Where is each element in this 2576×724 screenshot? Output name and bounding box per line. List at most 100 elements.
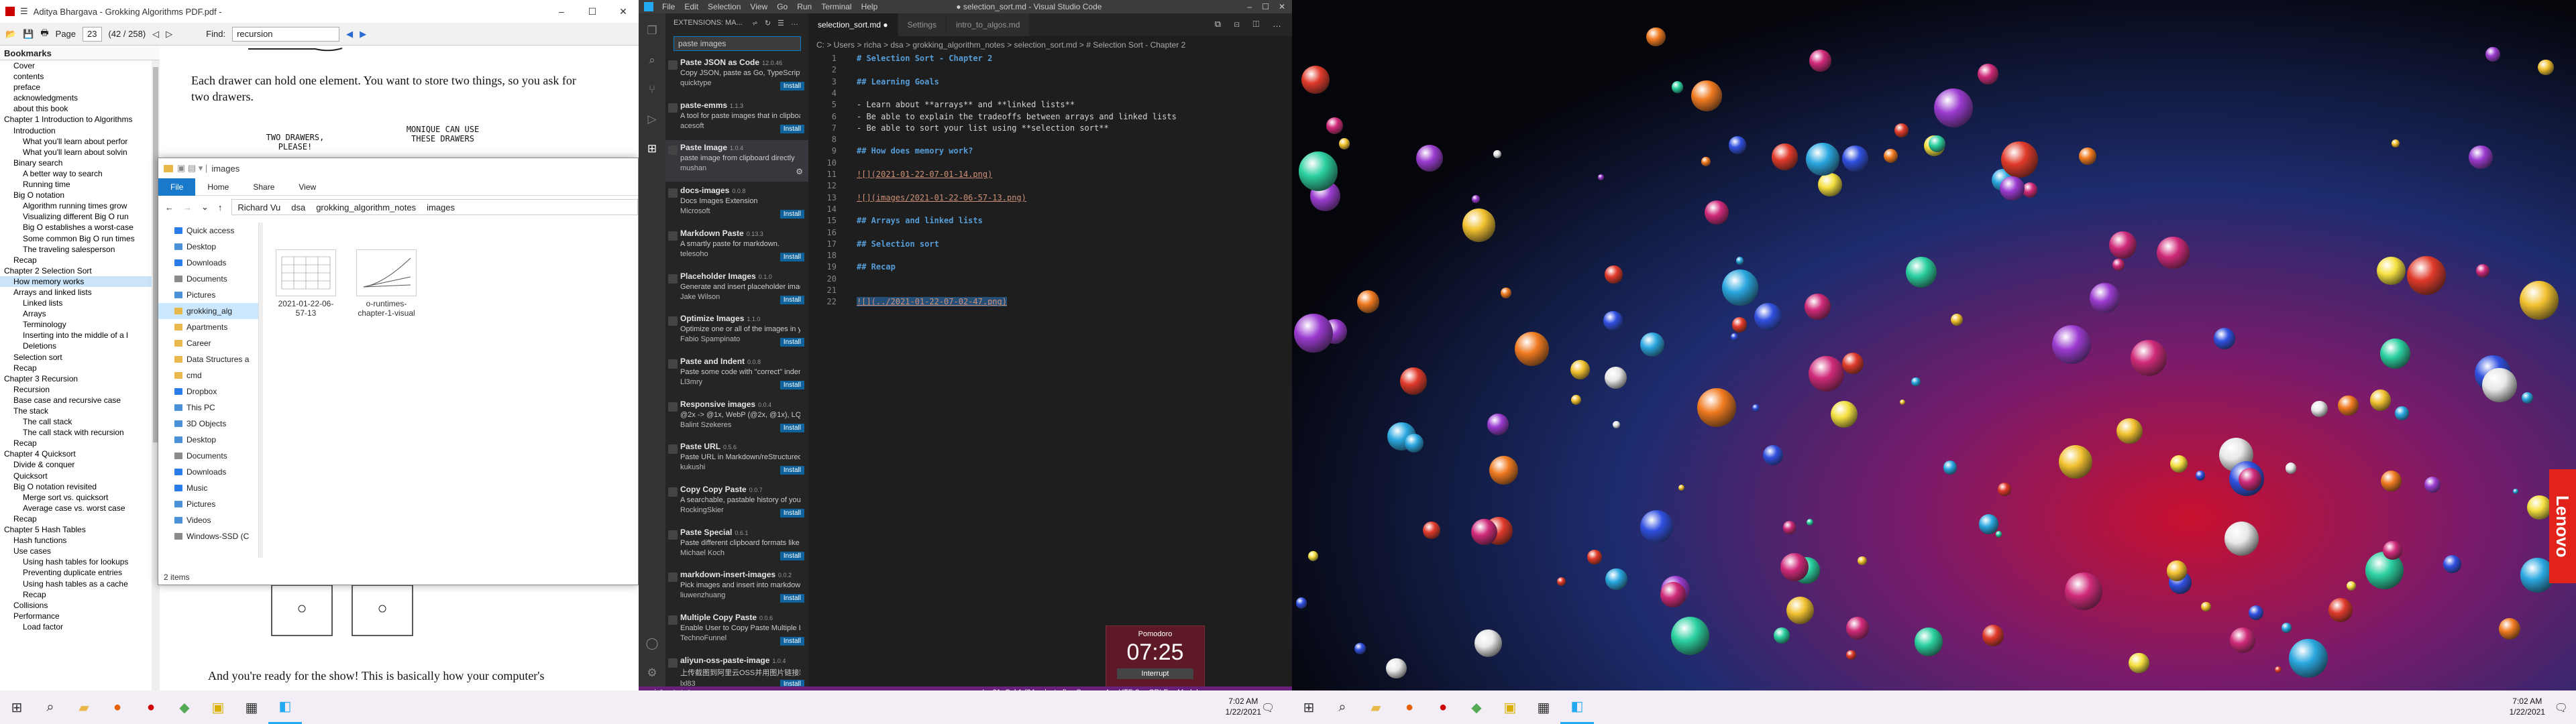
recent-icon[interactable]: ⌄ (201, 202, 209, 213)
nav-item[interactable]: Videos (158, 512, 258, 528)
bookmark-item[interactable]: Recap (0, 363, 159, 373)
bookmark-item[interactable]: acknowledgments (0, 93, 159, 103)
run-debug-icon[interactable]: ▷ (645, 113, 659, 126)
code-line[interactable]: - Learn about **arrays** and **linked li… (857, 100, 1075, 109)
nav-item[interactable]: This PC (158, 400, 258, 416)
clock-left[interactable]: 7:02 AM 1/22/2021 (1226, 696, 1261, 717)
firefox-icon[interactable]: ● (1393, 690, 1426, 724)
bookmark-item[interactable]: Using hash tables as a cache (0, 579, 159, 589)
extension-search-input[interactable]: paste images (674, 36, 801, 51)
install-button[interactable]: Install (780, 594, 804, 603)
bookmark-item[interactable]: Chapter 1 Introduction to Algorithms (0, 114, 159, 125)
extension-item[interactable]: Markdown Paste 0.13.3 A smartly paste for … (665, 226, 808, 267)
menu-help[interactable]: Help (857, 2, 883, 11)
code-line[interactable]: # Selection Sort - Chapter 2 (857, 54, 992, 63)
minimize-button[interactable]: – (546, 0, 577, 23)
bookmark-item[interactable]: Big O notation revisited (0, 481, 159, 492)
search-icon[interactable]: ⌕ (645, 54, 659, 67)
nav-item[interactable]: Career (158, 335, 258, 351)
extension-item[interactable]: Paste Special 0.6.1 Paste different clipbo… (665, 525, 808, 566)
nav-item[interactable]: Documents (158, 448, 258, 464)
code-line[interactable]: ![](images/2021-01-22-06-57-13.png) (857, 193, 1026, 202)
install-button[interactable]: Install (780, 423, 804, 432)
extension-item[interactable]: Optimize Images 1.1.0 Optimize one or all … (665, 311, 808, 353)
bookmark-item[interactable]: Big O notation (0, 190, 159, 200)
code-line[interactable]: ## Recap (857, 262, 896, 272)
nav-item[interactable]: Dropbox (158, 383, 258, 400)
nav-item[interactable]: Data Structures a (158, 351, 258, 367)
menu-icon[interactable]: ☰ (20, 6, 28, 17)
bookmark-item[interactable]: Chapter 4 Quicksort (0, 448, 159, 459)
install-button[interactable]: Install (780, 551, 804, 560)
bookmark-item[interactable]: Divide & conquer (0, 459, 159, 470)
prev-page-icon[interactable]: ◁ (152, 29, 159, 40)
extension-item[interactable]: Multiple Copy Paste 0.0.6 Enable User to C… (665, 610, 808, 652)
bookmark-item[interactable]: contents (0, 71, 159, 82)
path-segment[interactable]: Richard Vu (237, 202, 280, 213)
calculator-icon[interactable]: ▦ (235, 690, 268, 724)
path-segment[interactable]: images (427, 202, 455, 213)
extension-item[interactable]: Paste JSON as Code 12.0.46 Copy JSON, past… (665, 55, 808, 97)
find-next-icon[interactable]: ▶ (360, 29, 366, 40)
print-icon[interactable]: 🖶 (40, 27, 48, 42)
extension-item[interactable]: paste-emms 1.1.3 A tool for paste images t… (665, 98, 808, 139)
extensions-icon[interactable]: ⊞ (645, 142, 659, 156)
open-icon[interactable]: 📂 (5, 29, 16, 40)
code-line[interactable]: - Be able to explain the tradeoffs betwe… (857, 112, 1177, 121)
start-icon[interactable]: ⊞ (0, 690, 34, 724)
bookmark-item[interactable]: Load factor (0, 621, 159, 632)
ribbon-tab-view[interactable]: View (286, 182, 328, 192)
install-button[interactable]: Install (780, 509, 804, 518)
menu-run[interactable]: Run (792, 2, 816, 11)
maximize-button[interactable]: ☐ (577, 0, 608, 23)
bookmark-item[interactable]: Preventing duplicate entries (0, 567, 159, 578)
bookmark-item[interactable]: preface (0, 82, 159, 93)
editor-tab[interactable]: intro_to_algos.md (946, 13, 1030, 36)
file-explorer-icon[interactable]: ▰ (1359, 690, 1393, 724)
bookmark-item[interactable]: Chapter 5 Hash Tables (0, 524, 159, 535)
clock-right[interactable]: 7:02 AM 1/22/2021 (2510, 696, 2545, 717)
nav-item[interactable]: Windows-SSD (C (158, 528, 258, 544)
bookmark-item[interactable]: Recap (0, 438, 159, 448)
nav-item[interactable]: Desktop (158, 432, 258, 448)
install-button[interactable]: Install (780, 637, 804, 646)
install-button[interactable]: Install (780, 380, 804, 389)
bookmark-item[interactable]: Some common Big O run times (0, 233, 159, 244)
breadcrumb[interactable]: C: > Users > richa > dsa > grokking_algo… (808, 38, 1292, 52)
bookmark-item[interactable]: What you'll learn about perfor (0, 136, 159, 147)
ribbon-tab-file[interactable]: File (158, 178, 196, 196)
bookmark-item[interactable]: about this book (0, 103, 159, 114)
nav-item[interactable]: Downloads (158, 464, 258, 480)
forward-icon[interactable]: → (183, 202, 192, 213)
extension-item[interactable]: Responsive images 0.0.4 @2x -> @1x, WebP (… (665, 397, 808, 438)
app-green-icon[interactable]: ◆ (1460, 690, 1493, 724)
quick-access-toolbar[interactable]: ▣ ▤ ▾ | (177, 163, 207, 174)
more-icon[interactable]: … (791, 19, 798, 27)
bookmark-item[interactable]: Using hash tables for lookups (0, 556, 159, 567)
bookmark-item[interactable]: Algorithm running times grow (0, 200, 159, 211)
menu-view[interactable]: View (745, 2, 772, 11)
calculator-icon[interactable]: ▦ (1527, 690, 1560, 724)
bookmark-item[interactable]: Hash functions (0, 535, 159, 546)
firefox-icon[interactable]: ● (101, 690, 134, 724)
menu-selection[interactable]: Selection (703, 2, 745, 11)
account-icon[interactable]: ◯ (645, 637, 659, 650)
bookmark-item[interactable]: A better way to search (0, 168, 159, 179)
editor-tab[interactable]: Settings (898, 13, 947, 36)
vscode-icon[interactable]: ◧ (1560, 690, 1594, 724)
vscode-icon[interactable]: ◧ (268, 690, 302, 724)
bookmark-item[interactable]: Recap (0, 255, 159, 265)
app-red-icon[interactable]: ● (134, 690, 168, 724)
bookmark-item[interactable]: Binary search (0, 158, 159, 168)
nav-item[interactable]: Apartments (158, 319, 258, 335)
bookmark-item[interactable]: Recap (0, 589, 159, 600)
bookmark-item[interactable]: Running time (0, 179, 159, 190)
extension-item[interactable]: Paste Image 1.0.4 paste image from clipboa… (665, 140, 808, 182)
bookmark-item[interactable]: Collisions (0, 600, 159, 611)
ribbon-tab-home[interactable]: Home (195, 182, 241, 192)
ribbon-tab-share[interactable]: Share (241, 182, 286, 192)
nav-item[interactable]: Pictures (158, 287, 258, 303)
bookmark-item[interactable]: Average case vs. worst case (0, 503, 159, 514)
nav-item[interactable]: Downloads (158, 255, 258, 271)
extension-item[interactable]: docs-images 0.0.8 Docs Images Extension Mic… (665, 183, 808, 225)
